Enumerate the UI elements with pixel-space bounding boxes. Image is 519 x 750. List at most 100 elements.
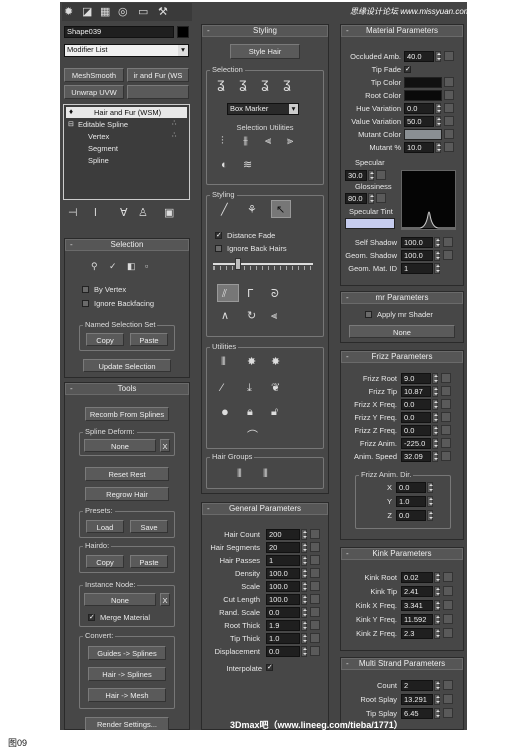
load-preset-button[interactable]: Load	[86, 520, 124, 533]
distance-fade-checkbox[interactable]: ✓	[215, 232, 222, 239]
kink-param-4-spinner[interactable]	[434, 628, 440, 639]
ignore-backfacing-checkbox[interactable]	[82, 300, 89, 307]
general-parameters-title[interactable]: - General Parameters	[202, 503, 328, 515]
frizz-parameters-title[interactable]: - Frizz Parameters	[341, 351, 463, 363]
general-param-1-spinner[interactable]	[301, 542, 307, 553]
general-param-8-spinner[interactable]	[301, 633, 307, 644]
multi-strand-title[interactable]: - Multi Strand Parameters	[341, 658, 463, 670]
frizz-param-6-map-button[interactable]	[441, 451, 451, 461]
multi-param-2-field[interactable]: 6.45	[401, 708, 433, 719]
glossiness-map-button[interactable]	[376, 193, 386, 203]
attenuate-icon[interactable]: ⦀	[221, 356, 226, 368]
grow-selection-icon[interactable]: ≋	[243, 159, 252, 171]
frizz-param-3-map-button[interactable]	[441, 412, 451, 422]
general-param-3-spinner[interactable]	[301, 568, 307, 579]
lightbulb-icon[interactable]: ♦	[69, 107, 73, 116]
motion-icon[interactable]: ◎	[118, 6, 128, 18]
glossiness-spinner[interactable]	[368, 193, 374, 204]
frizz-param-2-field[interactable]: 0.0	[401, 399, 431, 410]
hair-cut-icon[interactable]: ⚘	[247, 204, 257, 216]
general-param-2-spinner[interactable]	[301, 555, 307, 566]
select-vertices-icon[interactable]: ʓ	[261, 76, 269, 90]
multi-param-0-map-button[interactable]	[443, 680, 453, 690]
geom-shadow-map-button[interactable]	[443, 250, 453, 260]
general-param-6-map-button[interactable]	[310, 607, 320, 617]
by-vertex-checkbox[interactable]	[82, 286, 89, 293]
general-param-5-field[interactable]: 100.0	[266, 594, 300, 605]
self-shadow-map-button[interactable]	[443, 237, 453, 247]
configure-sets-icon[interactable]: ▣	[164, 207, 174, 219]
frizz-param-6-spinner[interactable]	[432, 451, 438, 462]
general-param-9-spinner[interactable]	[301, 646, 307, 657]
invert-selection-icon[interactable]: ⫶	[221, 135, 224, 147]
guide-select-icon[interactable]: ⚲	[91, 260, 98, 272]
self-shadow-field[interactable]: 100.0	[401, 237, 433, 248]
hair-and-fur-button[interactable]: ir and Fur (WS	[127, 68, 189, 82]
multi-param-0-spinner[interactable]	[434, 680, 440, 691]
value-variation-field[interactable]: 50.0	[404, 116, 434, 127]
kink-param-1-map-button[interactable]	[443, 586, 453, 596]
general-param-8-field[interactable]: 1.0	[266, 633, 300, 644]
stack-item-vertex[interactable]: Vertex	[88, 132, 109, 141]
modify-icon[interactable]: ◪	[82, 6, 92, 18]
kink-param-4-field[interactable]: 2.3	[401, 628, 433, 639]
selection-rollout-title[interactable]: - Selection	[65, 239, 189, 251]
frizz-param-6-field[interactable]: 32.09	[401, 451, 431, 462]
stack-item-editable-spline[interactable]: Editable Spline	[78, 120, 128, 129]
general-param-9-map-button[interactable]	[310, 646, 320, 656]
kink-param-1-field[interactable]: 2.41	[401, 586, 433, 597]
interpolate-checkbox[interactable]: ✓	[266, 664, 273, 671]
apply-mr-shader-checkbox[interactable]	[365, 311, 372, 318]
general-param-6-spinner[interactable]	[301, 607, 307, 618]
kink-param-0-field[interactable]: 0.02	[401, 572, 433, 583]
general-param-7-map-button[interactable]	[310, 620, 320, 630]
display-icon[interactable]: ▭	[138, 6, 148, 18]
create-icon[interactable]: ✹	[64, 6, 73, 18]
general-param-0-field[interactable]: 200	[266, 529, 300, 540]
frizz-dir-1-spinner[interactable]	[427, 496, 433, 507]
multi-param-1-map-button[interactable]	[443, 694, 453, 704]
kink-param-2-field[interactable]: 3.341	[401, 600, 433, 611]
modifier-list-dropdown[interactable]: Modifier List ▾	[64, 44, 189, 57]
general-param-4-map-button[interactable]	[310, 581, 320, 591]
general-param-3-map-button[interactable]	[310, 568, 320, 578]
scale-hair-icon[interactable]: ⫷	[271, 310, 277, 322]
guides-to-splines-button[interactable]: Guides -> Splines	[88, 646, 166, 660]
geom-mat-id-spinner[interactable]	[434, 263, 440, 274]
split-icon[interactable]: ⁄	[221, 382, 223, 394]
mutant-pct-map-button[interactable]	[444, 142, 454, 152]
kink-param-2-map-button[interactable]	[443, 600, 453, 610]
brush-size-handle[interactable]	[235, 258, 241, 270]
general-param-9-field[interactable]: 0.0	[266, 646, 300, 657]
clump-icon[interactable]: ∧	[221, 310, 229, 322]
ignore-back-hairs-checkbox[interactable]	[215, 245, 222, 252]
value-variation-spinner[interactable]	[435, 116, 441, 127]
general-param-0-spinner[interactable]	[301, 529, 307, 540]
rehair-icon[interactable]: ❦	[271, 382, 280, 394]
merge-material-checkbox[interactable]: ✓	[88, 614, 95, 621]
show-hidden-icon[interactable]: ◐	[221, 159, 228, 171]
spline-deform-none-button[interactable]: None	[84, 439, 156, 452]
general-param-2-map-button[interactable]	[310, 555, 320, 565]
paste-selection-button[interactable]: Paste	[130, 333, 168, 346]
stand-hair-icon[interactable]: ᒥ	[247, 288, 253, 300]
frizz-param-0-map-button[interactable]	[441, 373, 451, 383]
frizz-param-0-spinner[interactable]	[432, 373, 438, 384]
recomb-from-splines-button[interactable]: Recomb From Splines	[85, 407, 169, 421]
frizz-param-4-map-button[interactable]	[441, 425, 451, 435]
glossiness-field[interactable]: 80.0	[345, 193, 367, 204]
multi-param-1-field[interactable]: 13.291	[401, 694, 433, 705]
tools-rollout-title[interactable]: - Tools	[65, 383, 189, 395]
frizz-param-1-spinner[interactable]	[432, 386, 438, 397]
geom-shadow-field[interactable]: 100.0	[401, 250, 433, 261]
multi-param-0-field[interactable]: 2	[401, 680, 433, 691]
tip-select-icon[interactable]: ✓	[109, 260, 117, 272]
puff-roots-icon[interactable]: ᘐ	[271, 288, 279, 300]
kink-param-4-map-button[interactable]	[443, 628, 453, 638]
root-color-map-button[interactable]	[444, 90, 454, 100]
select-whole-strand-icon[interactable]: ʓ	[239, 76, 247, 90]
tip-color-swatch[interactable]	[404, 77, 442, 88]
hue-variation-spinner[interactable]	[435, 103, 441, 114]
copy-selection-button[interactable]: Copy	[86, 333, 124, 346]
hair-to-mesh-button[interactable]: Hair -> Mesh	[88, 688, 166, 702]
